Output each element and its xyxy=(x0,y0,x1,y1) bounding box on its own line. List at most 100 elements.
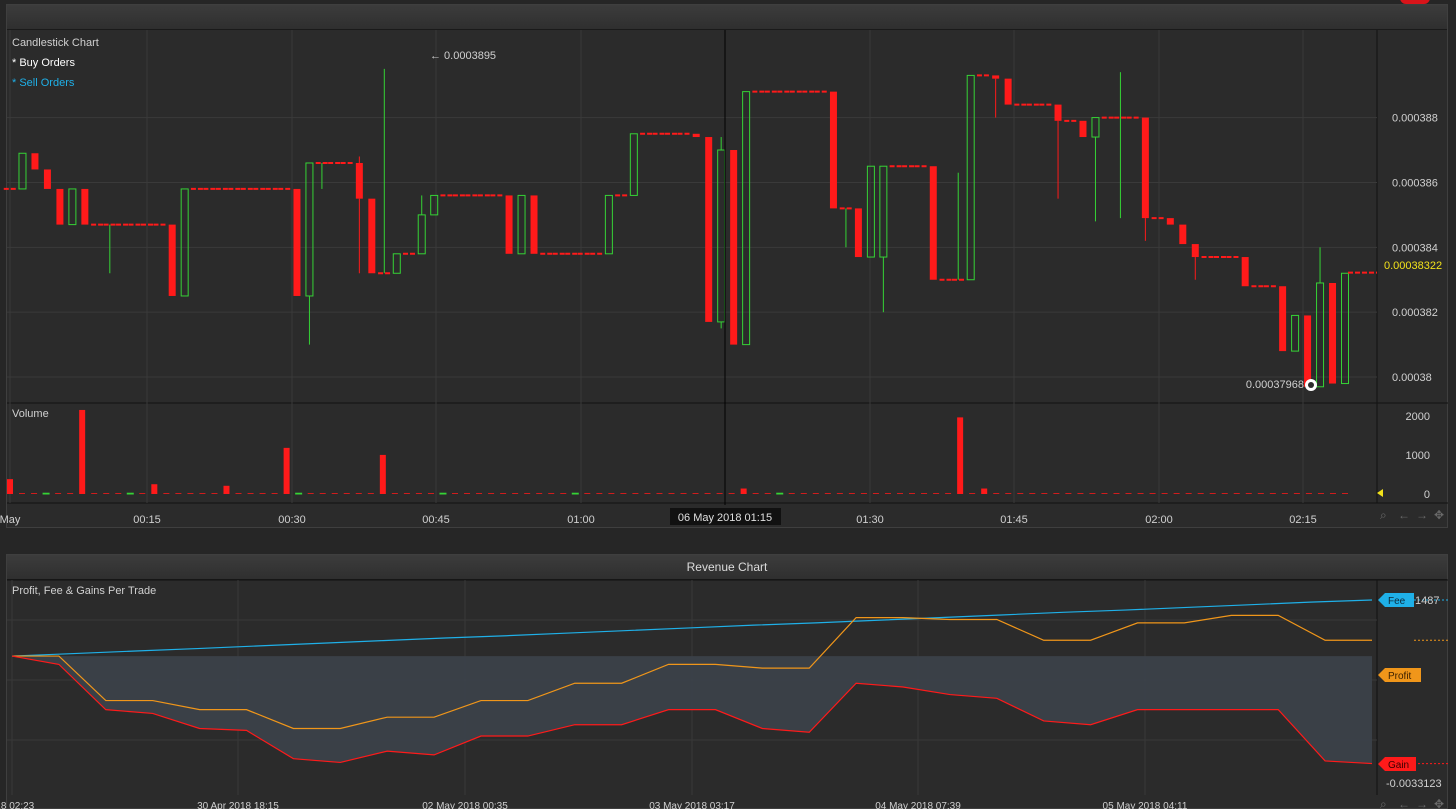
max-price-annotation: ← 0.0003895 xyxy=(430,50,496,62)
volume-bar-down xyxy=(1077,493,1084,494)
candle-body-up xyxy=(879,165,888,258)
price-tick-label: 0.000384 xyxy=(1392,242,1438,254)
volume-bar-down xyxy=(67,493,74,494)
candle-body-down xyxy=(1241,257,1249,287)
volume-bar-up xyxy=(295,492,303,495)
volume-bar-down xyxy=(800,493,807,494)
candle-body-up xyxy=(717,149,726,323)
volume-tick-label: 1000 xyxy=(1406,450,1430,462)
candle-body-down xyxy=(1279,286,1287,352)
volume-bar-down xyxy=(211,493,218,494)
candle-body-up xyxy=(68,188,77,226)
volume-bar-down xyxy=(151,484,158,494)
candle-body-down xyxy=(355,162,363,199)
candle-body-up xyxy=(742,91,751,346)
candle-body-down xyxy=(1079,120,1087,138)
min-price-annotation: 0.00037968 xyxy=(1246,379,1304,391)
volume-bar-down xyxy=(1017,493,1024,494)
volume-bar-down xyxy=(921,493,928,494)
candle-body-down xyxy=(368,198,376,274)
volume-tick-label: 0 xyxy=(1424,489,1430,501)
time-tick-label: 00:30 xyxy=(278,514,306,526)
candle-body-down xyxy=(293,188,301,296)
time-tick-label: 01:30 xyxy=(856,514,884,526)
volume-bar-down xyxy=(524,493,531,494)
volume-bar-down xyxy=(163,493,170,494)
zoom-icon[interactable]: ⌕ xyxy=(1380,508,1387,522)
volume-bar-down xyxy=(1101,493,1108,494)
volume-bar-down xyxy=(79,409,86,494)
volume-bar-down xyxy=(596,493,603,494)
crosshair-label: 06 May 2018 01:15 xyxy=(678,512,772,524)
candle-body-down xyxy=(705,137,713,322)
volume-bar-down xyxy=(764,493,771,494)
volume-bar-down xyxy=(55,493,62,494)
candlestick-title: Candlestick Chart xyxy=(12,37,99,49)
volume-bar-down xyxy=(307,493,314,494)
candles xyxy=(3,68,1377,388)
volume-bar-down xyxy=(1089,493,1096,494)
volume-bar-up xyxy=(439,492,447,495)
volume-bar-down xyxy=(1185,493,1192,494)
candle-body-down xyxy=(692,133,700,138)
volume-bar-down xyxy=(860,493,867,494)
volume-title: Volume xyxy=(12,408,49,420)
volume-bar-down xyxy=(331,493,338,494)
volume-bar-down xyxy=(1161,493,1168,494)
volume-bar-down xyxy=(355,493,362,494)
volume-bar-down xyxy=(259,493,266,494)
volume-bar-down xyxy=(1269,493,1276,494)
candle-body-down xyxy=(929,166,937,280)
volume-bar-down xyxy=(668,493,675,494)
last-price-label: 0.00038322 xyxy=(1384,260,1442,272)
volume-bar-down xyxy=(415,493,422,494)
candle-body-down xyxy=(505,195,513,254)
time-tick-label: 01:00 xyxy=(567,514,595,526)
volume-bar-down xyxy=(452,493,458,494)
volume-bar-up xyxy=(126,492,134,495)
candle-body-down xyxy=(854,208,862,258)
legend-buy-orders[interactable]: * Buy Orders xyxy=(12,57,75,69)
volume-bar-down xyxy=(115,493,122,494)
candle-body-down xyxy=(1141,117,1149,219)
volume-bar-up xyxy=(776,492,784,495)
volume-bar-down xyxy=(103,493,110,494)
volume-bar-down xyxy=(391,493,398,494)
volume-bar-down xyxy=(427,493,434,494)
volume-bar-down xyxy=(1329,493,1336,494)
candle-body-down xyxy=(730,150,738,345)
volume-bar-down xyxy=(536,493,543,494)
volume-bar-down xyxy=(1293,493,1300,494)
volume-bar-down xyxy=(1065,493,1072,494)
volume-bar-down xyxy=(403,493,410,494)
candle-body-up xyxy=(517,194,526,255)
candle-body-down xyxy=(31,153,39,170)
volume-bar-down xyxy=(560,493,567,494)
scroll-left-icon[interactable]: ← xyxy=(1398,508,1410,522)
candle-body-down xyxy=(1179,224,1187,245)
candle-body-up xyxy=(430,194,439,216)
volume-bar-down xyxy=(909,493,916,494)
scroll-right-icon[interactable]: → xyxy=(1416,508,1428,522)
volume-bar-down xyxy=(752,493,759,494)
volume-bar-down xyxy=(1281,493,1288,494)
volume-pointer xyxy=(1377,489,1383,497)
volume-bar-down xyxy=(1305,493,1312,494)
volume-bar-down xyxy=(584,493,591,494)
candle-body-down xyxy=(56,188,64,225)
volume-bar-down xyxy=(199,493,206,494)
volume-bar-down xyxy=(704,493,711,494)
volume-bar-down xyxy=(836,493,843,494)
price-chart[interactable]: 0.00038 0.000382 0.000384 0.000386 0.000388 M… xyxy=(0,0,1456,809)
volume-bar-down xyxy=(1041,493,1048,494)
volume-bar-down xyxy=(993,493,1000,494)
volume-bar-down xyxy=(692,493,699,494)
volume-bar-down xyxy=(548,493,555,494)
candle-body-up xyxy=(392,253,401,274)
volume-bar-down xyxy=(476,493,483,494)
volume-bar-down xyxy=(1245,493,1252,494)
candle-body-up xyxy=(966,74,975,281)
legend-sell-orders[interactable]: * Sell Orders xyxy=(12,77,75,89)
expand-icon[interactable]: ✥ xyxy=(1434,508,1444,522)
candle-body-up xyxy=(604,194,613,255)
